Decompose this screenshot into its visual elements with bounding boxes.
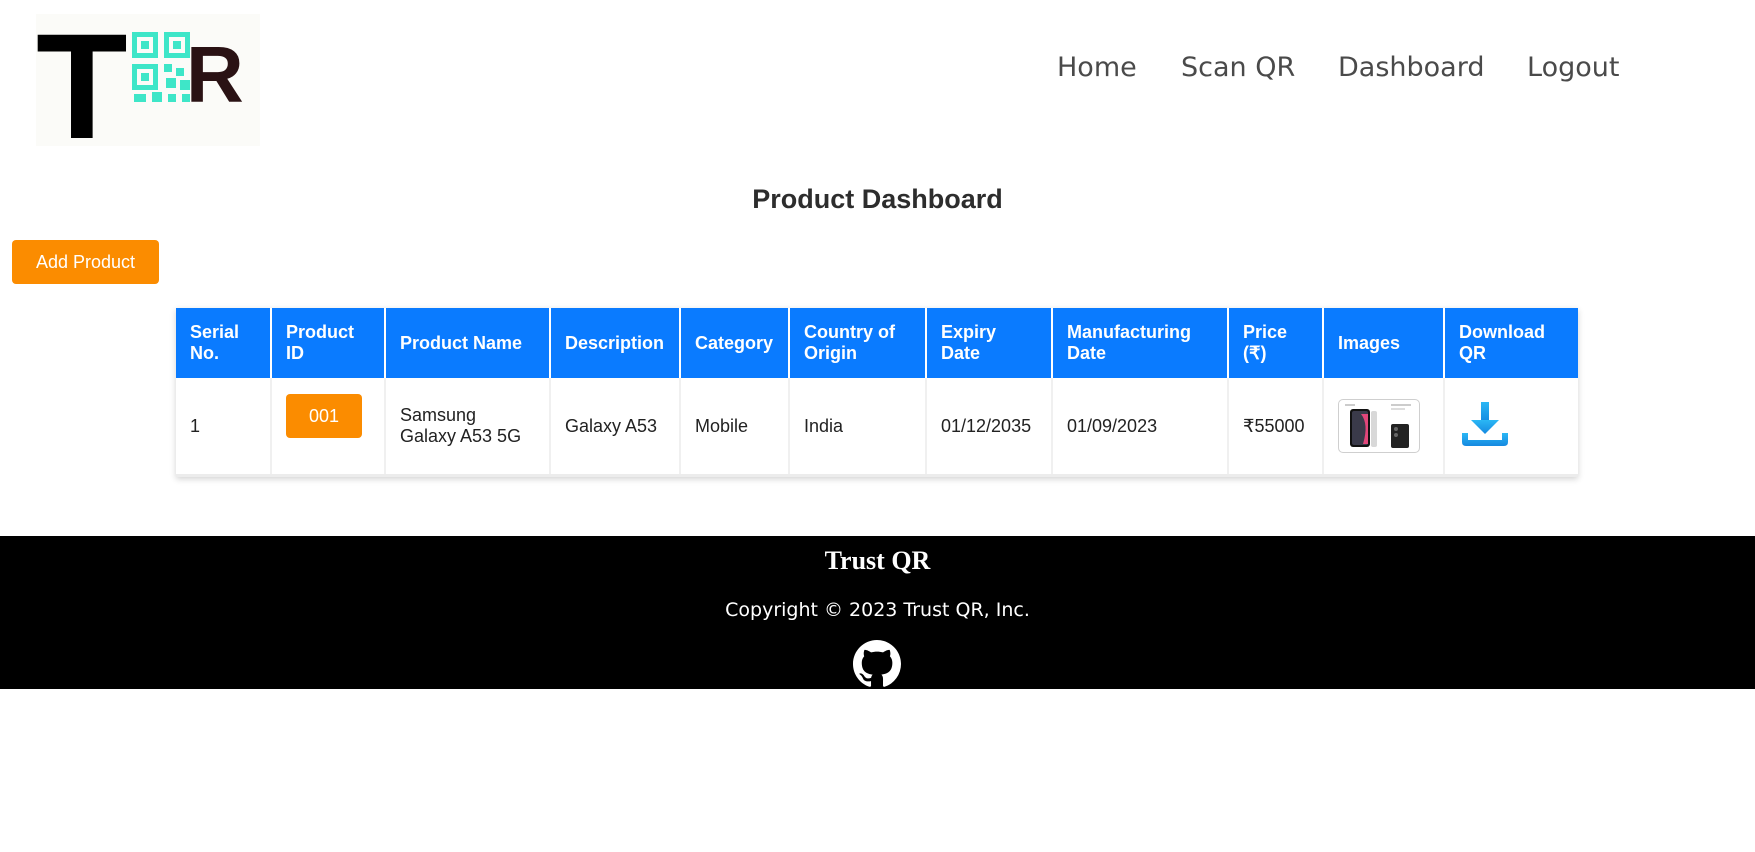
- header-product-name: Product Name: [385, 308, 551, 378]
- header-images: Images: [1323, 308, 1445, 378]
- github-icon: [853, 640, 901, 687]
- qr-icon: [132, 32, 190, 102]
- phone-image-icon: [1345, 404, 1411, 448]
- nav-dashboard-link[interactable]: Dashboard: [1338, 52, 1484, 83]
- logo-graphic: T R: [36, 14, 244, 146]
- cell-category: Mobile: [680, 378, 790, 477]
- nav-scan-qr-link[interactable]: Scan QR: [1181, 52, 1295, 83]
- cell-price: ₹55000: [1228, 378, 1324, 477]
- cell-download-qr: [1444, 378, 1578, 477]
- download-qr-button[interactable]: [1459, 400, 1511, 453]
- site-logo[interactable]: T R: [36, 14, 260, 146]
- header-category: Category: [680, 308, 790, 378]
- header-product-id: Product ID: [271, 308, 386, 378]
- footer-brand: Trust QR: [824, 546, 931, 575]
- header-expiry-date: Expiry Date: [926, 308, 1053, 378]
- header-price: Price (₹): [1228, 308, 1324, 378]
- site-footer: Trust QR Copyright © 2023 Trust QR, Inc.: [0, 536, 1755, 689]
- product-id-button[interactable]: 001: [286, 394, 362, 438]
- products-table-container: Serial No. Product ID Product Name Descr…: [176, 308, 1578, 477]
- github-link[interactable]: [853, 640, 901, 693]
- cell-description: Galaxy A53: [550, 378, 681, 477]
- header-serial-no: Serial No.: [176, 308, 272, 378]
- logo-letter-r: R: [186, 30, 244, 119]
- product-image-thumbnail[interactable]: [1338, 399, 1420, 453]
- header-manufacturing-date: Manufacturing Date: [1052, 308, 1229, 378]
- cell-images: [1323, 378, 1445, 477]
- header-download-qr: Download QR: [1444, 308, 1578, 378]
- products-table: Serial No. Product ID Product Name Descr…: [176, 308, 1578, 477]
- cell-manufacturing-date: 01/09/2023: [1052, 378, 1229, 477]
- cell-serial-no: 1: [176, 378, 272, 477]
- nav-home-link[interactable]: Home: [1057, 52, 1137, 83]
- page-title: Product Dashboard: [752, 184, 1003, 214]
- cell-product-name: Samsung Galaxy A53 5G: [385, 378, 551, 477]
- cell-expiry-date: 01/12/2035: [926, 378, 1053, 477]
- add-product-button[interactable]: Add Product: [12, 240, 159, 284]
- table-header-row: Serial No. Product ID Product Name Descr…: [176, 308, 1578, 378]
- header-description: Description: [550, 308, 681, 378]
- logo-letter-t: T: [36, 14, 128, 146]
- footer-copyright: Copyright © 2023 Trust QR, Inc.: [725, 599, 1030, 621]
- cell-country: India: [789, 378, 927, 477]
- cell-product-id: 001: [271, 378, 386, 477]
- header-country-of-origin: Country of Origin: [789, 308, 927, 378]
- download-icon: [1462, 401, 1508, 446]
- table-row: 1 001 Samsung Galaxy A53 5G Galaxy A53 M…: [176, 378, 1578, 477]
- nav-logout-link[interactable]: Logout: [1527, 52, 1619, 83]
